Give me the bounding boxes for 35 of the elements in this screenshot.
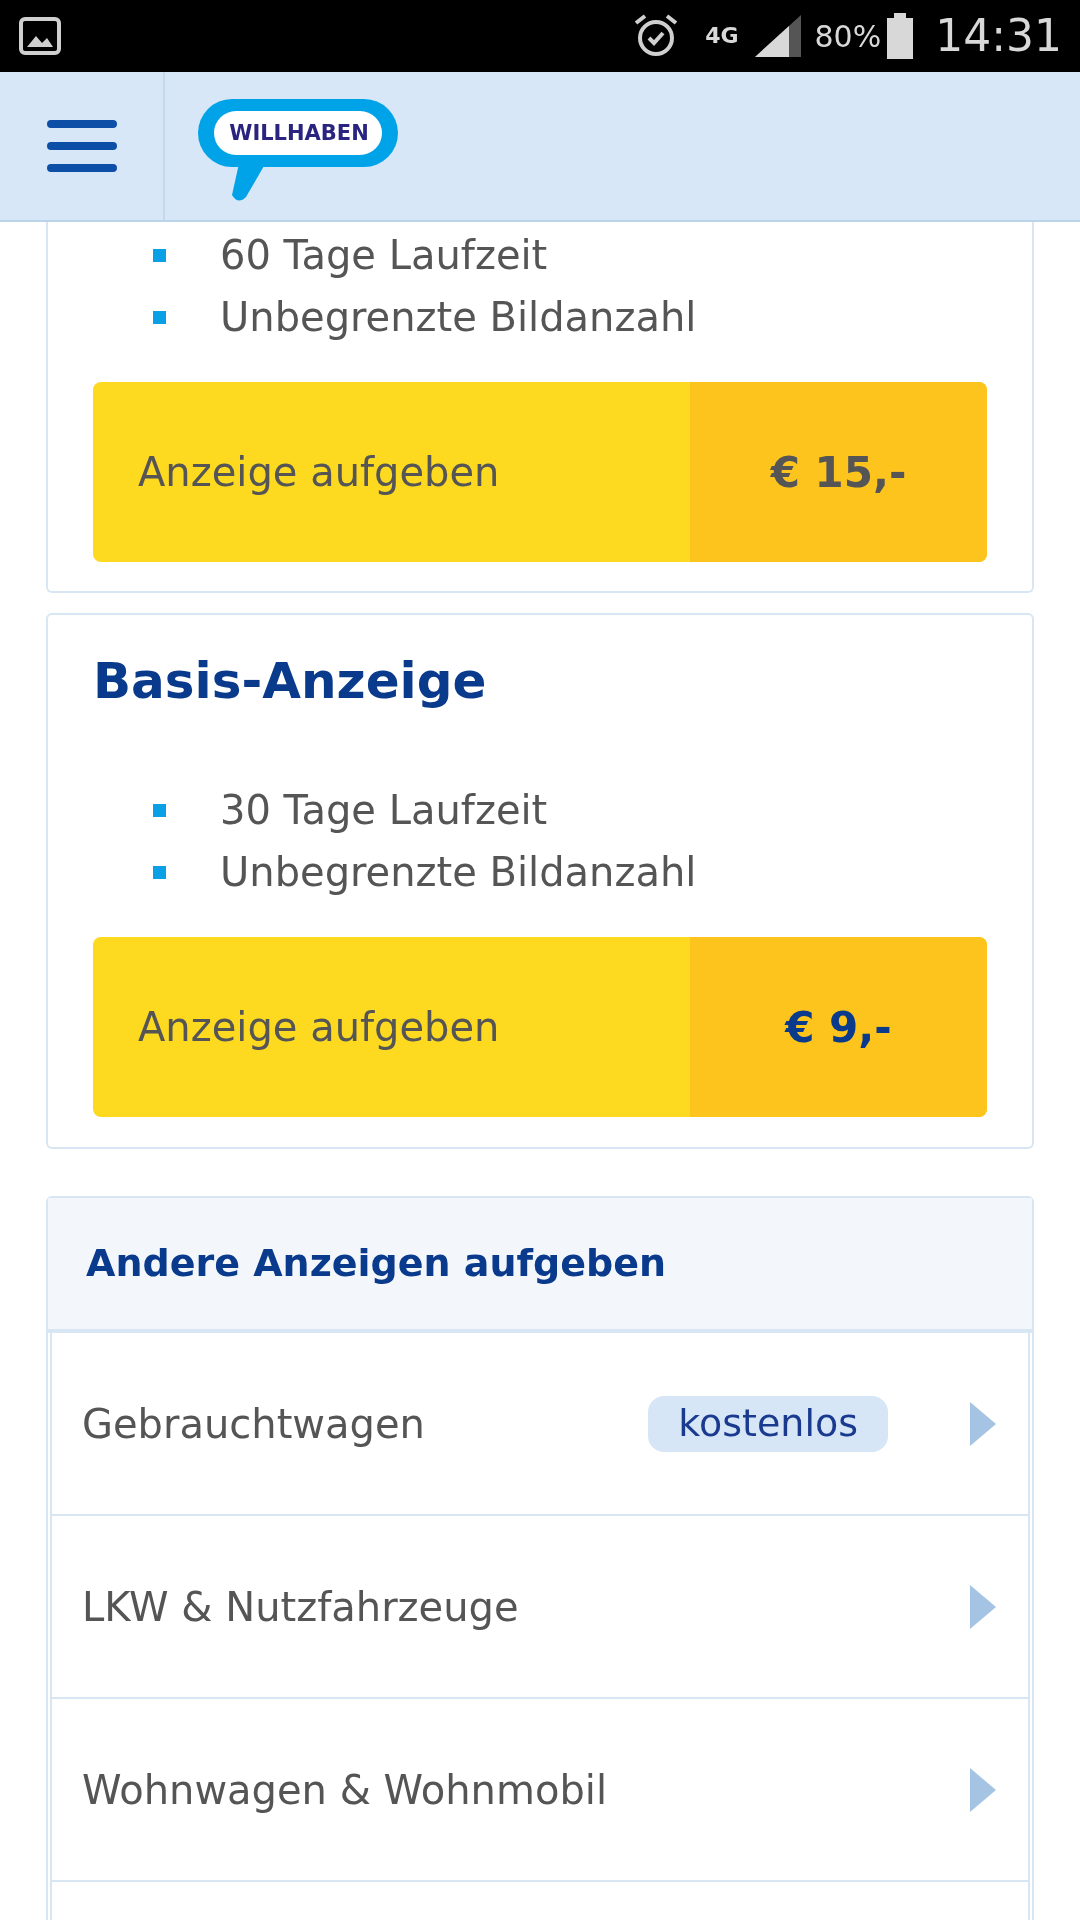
category-row[interactable]: Gebrauchtwagen kostenlos bbox=[50, 1333, 1030, 1516]
price-label: € 9,- bbox=[690, 937, 987, 1117]
feature-text: 30 Tage Laufzeit bbox=[220, 786, 548, 835]
place-ad-button[interactable]: Anzeige aufgeben € 9,- bbox=[93, 937, 987, 1117]
button-label: Anzeige aufgeben bbox=[137, 1003, 501, 1052]
bullet-icon bbox=[153, 803, 166, 817]
category-label: Wohnwagen & Wohnmobil bbox=[82, 1765, 608, 1815]
time-label: 14:31 bbox=[935, 9, 1062, 63]
feature-text: Unbegrenzte Bildanzahl bbox=[220, 848, 697, 897]
section-title: Andere Anzeigen aufgeben bbox=[86, 1240, 667, 1287]
category-row[interactable]: Wohnwagen & Wohnmobil bbox=[50, 1699, 1030, 1882]
free-badge: kostenlos bbox=[648, 1395, 888, 1452]
bullet-icon bbox=[153, 310, 166, 324]
bullet-icon bbox=[153, 865, 166, 879]
image-icon bbox=[18, 16, 62, 56]
feature-text: Unbegrenzte Bildanzahl bbox=[220, 293, 697, 342]
battery-icon bbox=[887, 13, 914, 59]
logo-text: WILLHABEN bbox=[228, 120, 370, 147]
network-label: 4G bbox=[705, 25, 739, 47]
button-label: Anzeige aufgeben bbox=[137, 448, 501, 497]
logo-bubble-icon bbox=[198, 99, 400, 203]
chevron-right-icon bbox=[970, 1767, 996, 1812]
plan-title: Basis-Anzeige bbox=[93, 651, 488, 711]
bullet-icon bbox=[153, 248, 166, 262]
category-label: Gebrauchtwagen bbox=[82, 1399, 425, 1449]
category-row[interactable]: LKW & Nutzfahrzeuge bbox=[50, 1516, 1030, 1699]
chevron-right-icon bbox=[970, 1584, 996, 1629]
price-label: € 15,- bbox=[690, 382, 987, 562]
place-ad-button[interactable]: Anzeige aufgeben € 15,- bbox=[93, 382, 987, 562]
battery-label: 80% bbox=[814, 17, 882, 56]
alarm-icon bbox=[633, 13, 680, 59]
feature-text: 60 Tage Laufzeit bbox=[220, 231, 548, 280]
chevron-right-icon bbox=[970, 1401, 996, 1446]
category-label: LKW & Nutzfahrzeuge bbox=[82, 1582, 519, 1632]
menu-icon bbox=[46, 118, 117, 174]
